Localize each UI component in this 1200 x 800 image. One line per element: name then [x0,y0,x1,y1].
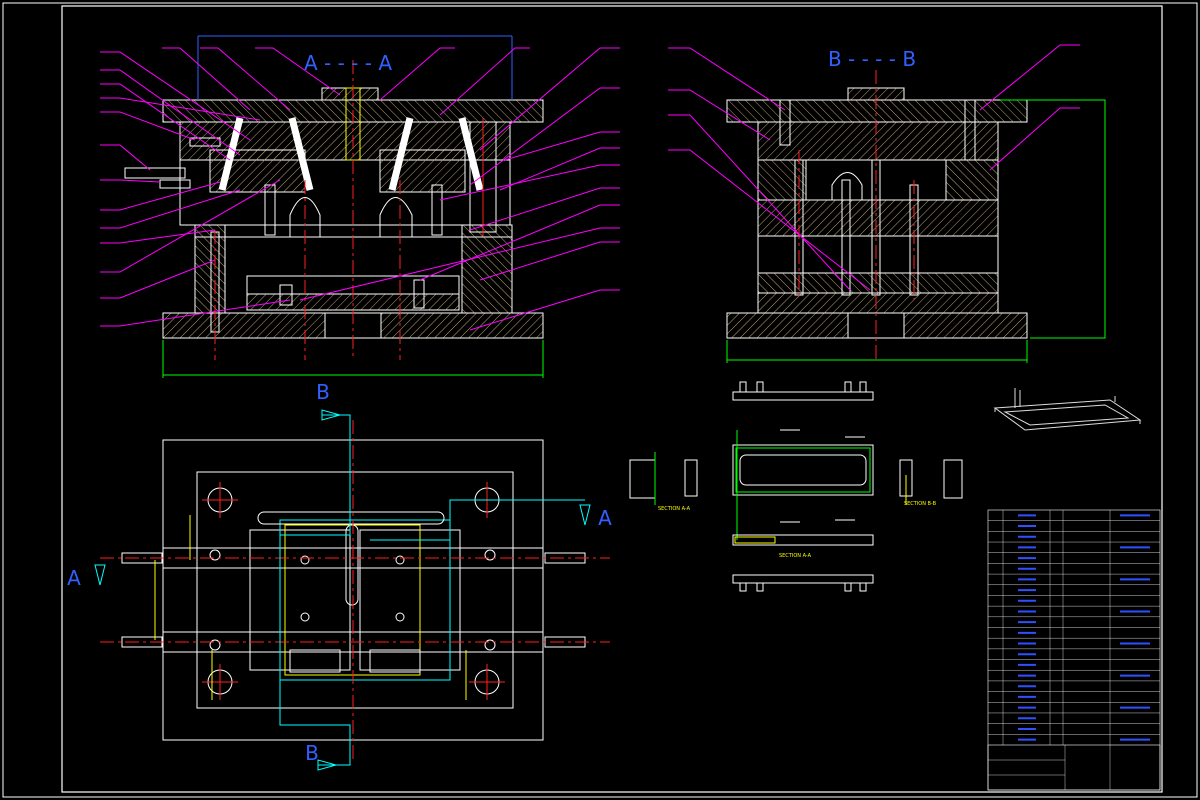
part-section-label-c: SECTION A-A [779,553,812,559]
b-support-plate [757,235,999,274]
plan-slide-block-top [289,649,341,673]
plan-marker-a-left: A [67,566,81,590]
plan-sprue-slot [345,524,359,606]
plan-core-right [359,529,461,671]
right-spacer-block [461,224,513,314]
section-a-view: A - - - - A [100,35,620,378]
left-cylinder-2 [159,179,191,189]
b-height-dim [1000,99,1106,339]
part-elevation-top [732,391,874,401]
title-block [987,509,1161,791]
plan-slide-block-bottom [369,649,421,673]
left-cylinder [124,167,186,179]
b-ejector-plate [757,292,999,314]
b-top-plate-2 [757,121,999,161]
title-block-grid [988,510,1160,790]
core-insert-right [379,197,413,237]
plan-marker-b-bottom: B [305,741,319,765]
plan-runner-bar [257,511,445,525]
plan-arrow-a-right [579,504,591,526]
cad-drawing-canvas: A - - - - A B - - - - B B B A A SECTION … [2,2,1198,798]
section-b-view: B - - - - B [668,44,1106,363]
plan-cut-outline [279,519,451,681]
part-views: SECTION A-A SECTION B-B SECTION A-A [629,381,1142,592]
part-isometric [993,388,1142,431]
plan-view: B B A A [67,380,612,771]
locating-ring [321,87,379,101]
plan-marker-a-right: A [598,506,612,530]
part-elevation-tabs [739,381,867,393]
plan-arrow-a-left [94,564,106,586]
part-elevation-bottom-tabs [739,582,867,592]
b-top-clamp-plate [726,99,1028,123]
part-section-label-aa: SECTION A-A [658,506,691,512]
part-side-left [629,459,656,499]
part-plan-outline [732,444,874,496]
plan-cut-line-b [279,414,351,766]
left-spacer-block [194,224,226,314]
plan-marker-b-top: B [316,380,330,404]
section-a-label: A - - - - A [304,51,392,75]
part-section-strip-hl [734,536,776,544]
section-b-label: B - - - - B [828,47,916,71]
b-left-spacer [757,272,999,294]
part-elevation-bottom [732,574,874,584]
part-side-left-2 [684,459,698,497]
part-side-right-2 [943,459,963,499]
part-section-label-bb: SECTION B-B [904,501,937,507]
part-plan-inner [739,454,867,486]
plan-core-left [249,529,351,671]
